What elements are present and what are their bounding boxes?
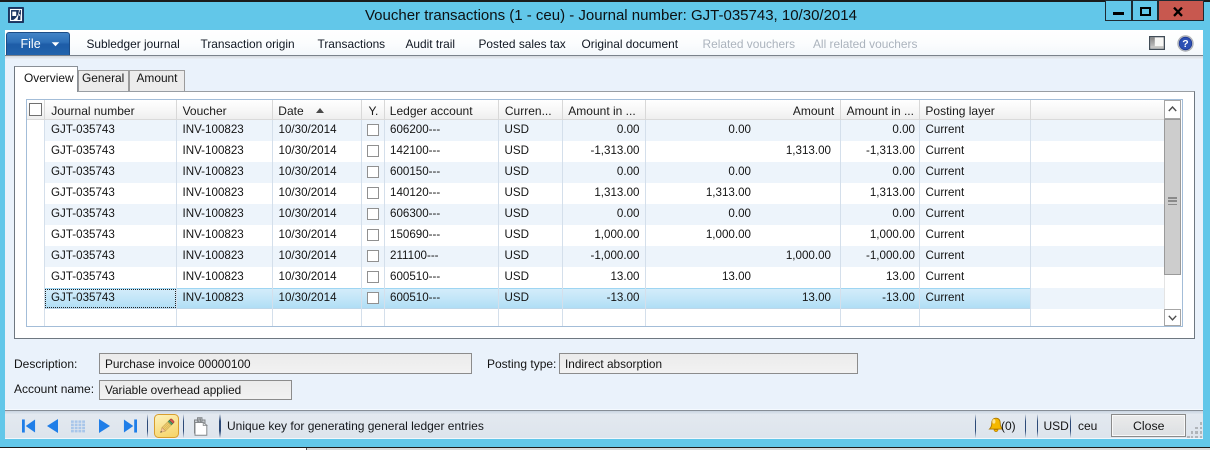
svg-text:?: ? <box>1182 38 1188 50</box>
